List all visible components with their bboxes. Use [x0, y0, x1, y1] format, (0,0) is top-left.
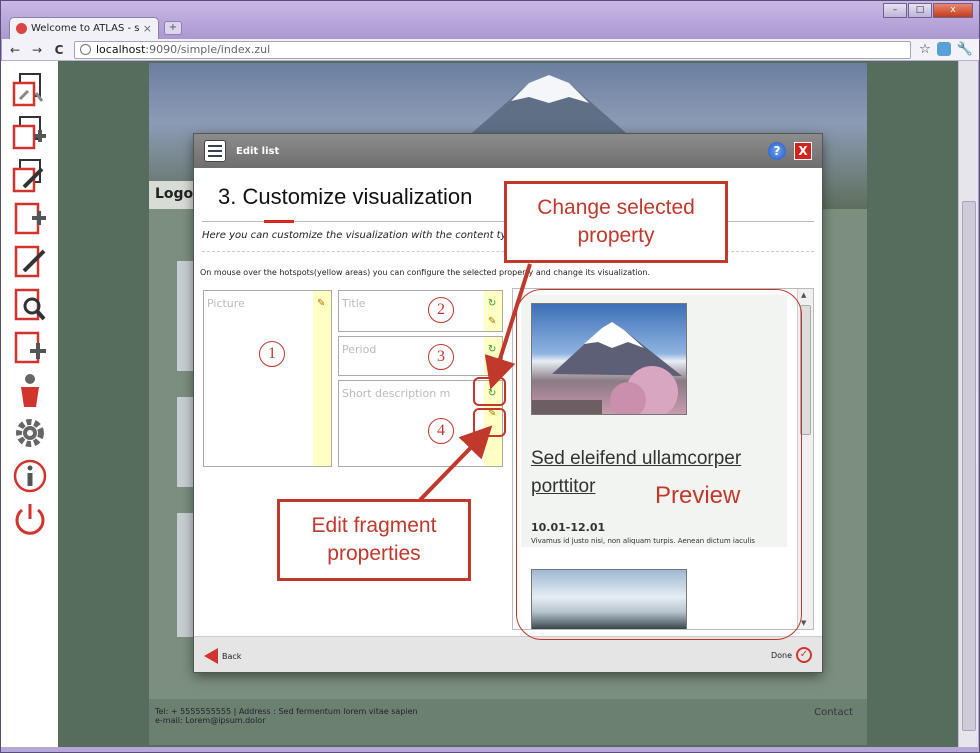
hotspot-hint: On mouse over the hotspots(yellow areas)… — [200, 268, 650, 277]
extension-icon[interactable] — [936, 42, 951, 56]
period-field[interactable]: Period ↻ ✎ — [338, 336, 503, 376]
search-page-icon[interactable] — [10, 286, 50, 323]
forward-arrow-icon[interactable]: → — [30, 43, 44, 57]
preview-highlight — [516, 289, 802, 640]
hotspot-highlight — [473, 408, 506, 437]
annotation-number: 1 — [259, 341, 285, 367]
power-icon[interactable] — [10, 501, 50, 538]
footer-address: Tel: + 5555555555 | Address : Sed fermen… — [155, 707, 418, 716]
reload-icon[interactable]: C — [52, 43, 66, 57]
picture-edit-pencil-icon[interactable]: ✎ — [317, 299, 327, 309]
add-document-icon[interactable] — [10, 329, 50, 366]
page-scrollbar[interactable] — [958, 61, 978, 747]
window-close-button[interactable]: x — [933, 3, 973, 18]
picture-hotspot[interactable] — [313, 291, 331, 466]
title-edit-pencil-icon[interactable]: ✎ — [488, 317, 498, 327]
dialog-header: Edit list ? X — [194, 134, 822, 168]
dialog-title: Edit list — [236, 145, 280, 157]
preview-annotation: Preview — [655, 482, 741, 509]
scroll-up-icon[interactable]: ▲ — [801, 291, 806, 299]
add-pages-icon[interactable] — [10, 114, 50, 151]
globe-icon — [80, 44, 91, 55]
step-indicator — [264, 220, 294, 223]
sidebar — [1, 61, 58, 747]
site-footer: Tel: + 5555555555 | Address : Sed fermen… — [149, 699, 867, 745]
picture-field[interactable]: Picture ✎ — [203, 290, 332, 467]
back-button[interactable]: Back — [204, 648, 241, 664]
done-label: Done — [770, 650, 792, 660]
edit-fragment-callout: Edit fragment properties — [277, 499, 471, 581]
new-tab-button[interactable]: + — [164, 21, 182, 35]
minimize-button[interactable]: – — [883, 3, 907, 18]
back-arrow-icon — [204, 648, 218, 664]
checkmark-icon: ✓ — [796, 647, 812, 663]
browser-tab[interactable]: Welcome to ATLAS - simpl × — [9, 17, 159, 39]
annotation-number: 2 — [428, 297, 454, 323]
tab-close-icon[interactable]: × — [143, 22, 152, 35]
scroll-down-icon[interactable]: ▼ — [801, 619, 806, 627]
title-label: Title — [342, 297, 366, 310]
edit-pages-icon[interactable] — [10, 157, 50, 194]
window-controls: – □ x — [883, 3, 973, 18]
pages-swap-icon[interactable] — [10, 71, 50, 108]
step-title: 3. Customize visualization — [218, 184, 473, 209]
dialog-footer: Back Done ✓ — [194, 636, 822, 672]
favicon-icon — [16, 23, 27, 34]
back-label: Back — [222, 651, 242, 661]
period-edit-pencil-icon[interactable]: ✎ — [488, 361, 498, 371]
info-icon[interactable] — [10, 458, 50, 495]
step-subtitle: Here you can customize the visualization… — [202, 230, 513, 241]
picture-label: Picture — [207, 297, 245, 310]
change-property-callout: Change selected property — [504, 181, 728, 263]
title-change-property-icon[interactable]: ↻ — [488, 299, 498, 309]
wrench-icon[interactable]: 🔧 — [957, 42, 973, 57]
gear-icon[interactable] — [10, 415, 50, 452]
period-label: Period — [342, 343, 377, 356]
maximize-button[interactable]: □ — [908, 3, 932, 18]
hotspot-highlight — [473, 377, 506, 406]
list-icon — [204, 140, 226, 162]
annotation-number: 3 — [428, 344, 454, 370]
annotation-number: 4 — [428, 418, 454, 444]
short-description-label: Short description m — [342, 387, 451, 400]
tab-title: Welcome to ATLAS - simpl — [31, 23, 140, 34]
url-path: :9090/simple/index.zul — [145, 43, 271, 56]
contact-link[interactable]: Contact — [814, 707, 853, 718]
title-field[interactable]: Title ↻ ✎ — [338, 290, 503, 332]
user-icon[interactable] — [10, 372, 50, 409]
browser-toolbar: ← → C localhost :9090/simple/index.zul ☆… — [2, 39, 979, 61]
period-change-property-icon[interactable]: ↻ — [488, 345, 498, 355]
address-bar[interactable]: localhost :9090/simple/index.zul — [74, 40, 912, 59]
edit-page-icon[interactable] — [10, 243, 50, 280]
page-scrollbar-thumb[interactable] — [962, 201, 976, 731]
done-button[interactable]: Done ✓ — [771, 647, 812, 663]
back-arrow-icon[interactable]: ← — [8, 43, 22, 57]
url-host: localhost — [96, 43, 146, 56]
bookmark-star-icon[interactable]: ☆ — [919, 42, 931, 57]
add-page-icon[interactable] — [10, 200, 50, 237]
dialog-close-icon[interactable]: X — [794, 142, 812, 160]
footer-email: e-mail: Lorem@ipsum.dolor — [155, 716, 266, 725]
help-icon[interactable]: ? — [768, 142, 786, 160]
